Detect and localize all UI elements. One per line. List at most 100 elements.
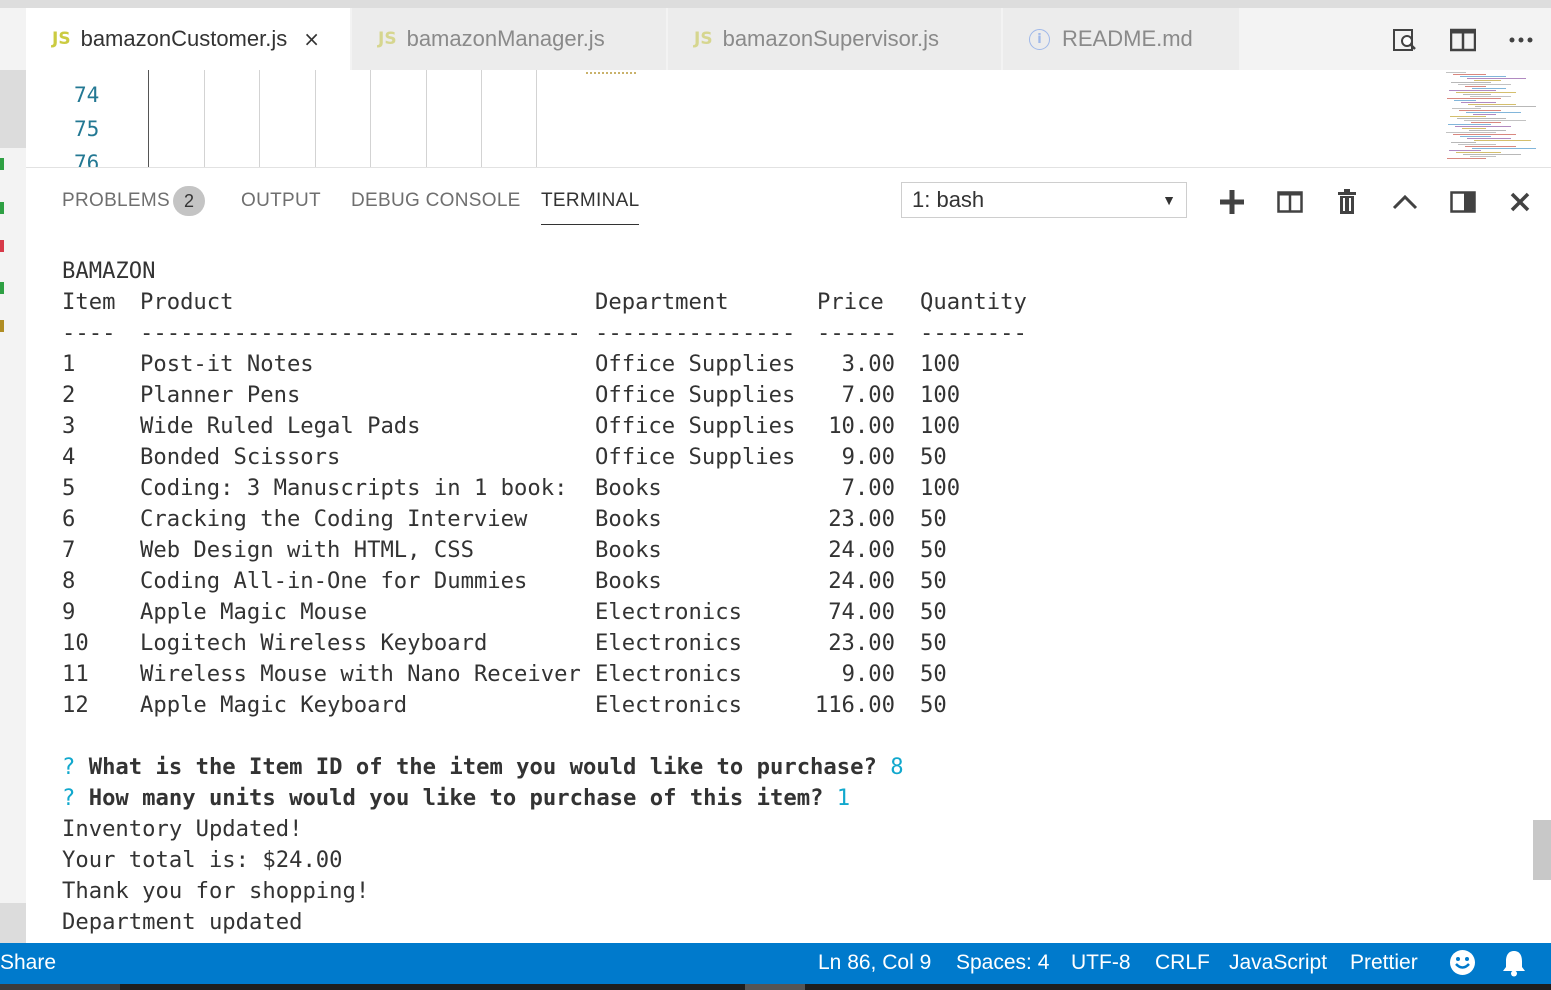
chevron-up-icon[interactable] bbox=[1390, 187, 1420, 217]
close-icon[interactable] bbox=[1505, 187, 1535, 217]
minimap-line bbox=[1469, 130, 1506, 131]
output-line: Thank you for shopping! bbox=[62, 878, 370, 904]
row-price: 23.00 bbox=[828, 506, 895, 532]
gutter-shade bbox=[0, 70, 26, 148]
row-product: Cracking the Coding Interview bbox=[140, 506, 528, 532]
minimap-line bbox=[1475, 106, 1536, 107]
row-product: Post-it Notes bbox=[140, 351, 314, 377]
git-deleted-mark bbox=[0, 240, 4, 252]
tab-output[interactable]: OUTPUT bbox=[241, 190, 321, 212]
minimap-line bbox=[1458, 84, 1511, 85]
toggle-panel-position-icon[interactable] bbox=[1448, 187, 1478, 217]
column-header-item: Item bbox=[62, 289, 116, 315]
minimap-line bbox=[1472, 88, 1506, 89]
minimap-line bbox=[1447, 98, 1501, 99]
column-header-product: Product bbox=[140, 289, 234, 315]
row-price: 10.00 bbox=[828, 413, 895, 439]
minimap-line bbox=[1457, 118, 1506, 119]
column-header-price: Price bbox=[817, 289, 884, 315]
minimap-line bbox=[1452, 108, 1481, 109]
line-ending[interactable]: CRLF bbox=[1155, 951, 1210, 975]
open-preview-icon[interactable] bbox=[1391, 26, 1419, 54]
tab-label: bamazonCustomer.js bbox=[80, 26, 288, 51]
tab-label: bamazonSupervisor.js bbox=[722, 26, 940, 51]
tab-bamazon-supervisor[interactable]: JS bamazonSupervisor.js bbox=[668, 8, 1002, 70]
output-line: Department updated bbox=[62, 909, 303, 935]
more-actions-icon[interactable] bbox=[1507, 26, 1535, 54]
git-added-mark bbox=[0, 202, 4, 214]
minimap-line bbox=[1460, 136, 1491, 137]
notifications-bell-icon[interactable] bbox=[1502, 949, 1526, 983]
minimap-line bbox=[1456, 92, 1516, 93]
row-product: Apple Magic Mouse bbox=[140, 599, 368, 625]
minimap[interactable] bbox=[1446, 70, 1536, 166]
indent-guide bbox=[259, 70, 260, 168]
row-price: 116.00 bbox=[814, 692, 895, 718]
split-terminal-icon[interactable] bbox=[1275, 187, 1305, 217]
row-product: Planner Pens bbox=[140, 382, 301, 408]
share-button[interactable]: Share bbox=[0, 951, 56, 975]
javascript-file-icon: JS bbox=[52, 29, 71, 49]
row-department: Books bbox=[595, 506, 662, 532]
language-mode[interactable]: JavaScript bbox=[1229, 951, 1327, 975]
prettier-status[interactable]: Prettier bbox=[1350, 951, 1418, 975]
trash-icon[interactable] bbox=[1332, 187, 1362, 217]
prompt-question: What is the Item ID of the item you woul… bbox=[88, 754, 877, 780]
row-product: Wireless Mouse with Nano Receiver bbox=[140, 661, 581, 687]
minimap-line bbox=[1450, 116, 1486, 117]
row-item-id: 8 bbox=[62, 568, 76, 594]
separator-quantity: -------- bbox=[920, 320, 1027, 346]
row-price: 9.00 bbox=[841, 444, 895, 470]
minimap-line bbox=[1467, 138, 1511, 139]
minimap-line bbox=[1453, 74, 1486, 75]
terminal-select[interactable]: 1: bash ▼ bbox=[901, 182, 1187, 218]
indent-guide bbox=[426, 70, 427, 168]
tab-debug-console[interactable]: DEBUG CONSOLE bbox=[351, 190, 521, 212]
tab-problems[interactable]: PROBLEMS bbox=[62, 190, 170, 212]
split-editor-icon[interactable] bbox=[1449, 26, 1477, 54]
panel-header: PROBLEMS 2 OUTPUT DEBUG CONSOLE TERMINAL… bbox=[26, 170, 1551, 232]
minimap-line bbox=[1462, 128, 1486, 129]
row-department: Electronics bbox=[595, 630, 742, 656]
line-number: 76 bbox=[74, 151, 100, 168]
tab-terminal[interactable]: TERMINAL bbox=[541, 190, 640, 225]
row-item-id: 10 bbox=[62, 630, 89, 656]
row-quantity: 50 bbox=[920, 506, 947, 532]
minimap-line bbox=[1449, 90, 1496, 91]
indent-guide bbox=[481, 70, 482, 168]
chevron-down-icon: ▼ bbox=[1162, 192, 1176, 208]
new-terminal-icon[interactable] bbox=[1217, 187, 1247, 217]
code-editor[interactable]: 74 75 76 bbox=[26, 70, 1551, 168]
row-department: Electronics bbox=[595, 692, 742, 718]
minimap-line bbox=[1451, 142, 1476, 143]
feedback-smiley-icon[interactable] bbox=[1449, 949, 1476, 982]
line-number: 75 bbox=[74, 117, 100, 141]
row-item-id: 6 bbox=[62, 506, 76, 532]
indentation-setting[interactable]: Spaces: 4 bbox=[956, 951, 1049, 975]
terminal-scrollbar[interactable] bbox=[1533, 820, 1551, 880]
minimap-line bbox=[1474, 80, 1501, 81]
row-quantity: 50 bbox=[920, 537, 947, 563]
terminal-output[interactable]: BAMAZON Item Product Department Price Quantit… bbox=[62, 256, 1522, 943]
tab-bamazon-manager[interactable]: JS bamazonManager.js bbox=[352, 8, 667, 70]
row-price: 7.00 bbox=[841, 382, 895, 408]
row-price: 7.00 bbox=[841, 475, 895, 501]
row-quantity: 100 bbox=[920, 475, 961, 501]
file-encoding[interactable]: UTF-8 bbox=[1071, 951, 1131, 975]
minimap-line bbox=[1446, 72, 1466, 73]
row-quantity: 100 bbox=[920, 413, 961, 439]
row-product: Wide Ruled Legal Pads bbox=[140, 413, 421, 439]
tab-readme[interactable]: i README.md bbox=[1003, 8, 1240, 70]
minimap-line bbox=[1465, 86, 1486, 87]
row-department: Books bbox=[595, 537, 662, 563]
close-icon[interactable]: × bbox=[303, 27, 320, 51]
indent-guide bbox=[370, 70, 371, 168]
row-item-id: 3 bbox=[62, 413, 76, 439]
minimap-line bbox=[1472, 148, 1536, 149]
row-department: Office Supplies bbox=[595, 413, 796, 439]
cursor-position[interactable]: Ln 86, Col 9 bbox=[818, 951, 931, 975]
row-item-id: 7 bbox=[62, 537, 76, 563]
tab-bamazon-customer[interactable]: JS bamazonCustomer.js × bbox=[26, 8, 351, 70]
minimap-line bbox=[1453, 134, 1516, 135]
tab-label: bamazonManager.js bbox=[406, 26, 605, 51]
